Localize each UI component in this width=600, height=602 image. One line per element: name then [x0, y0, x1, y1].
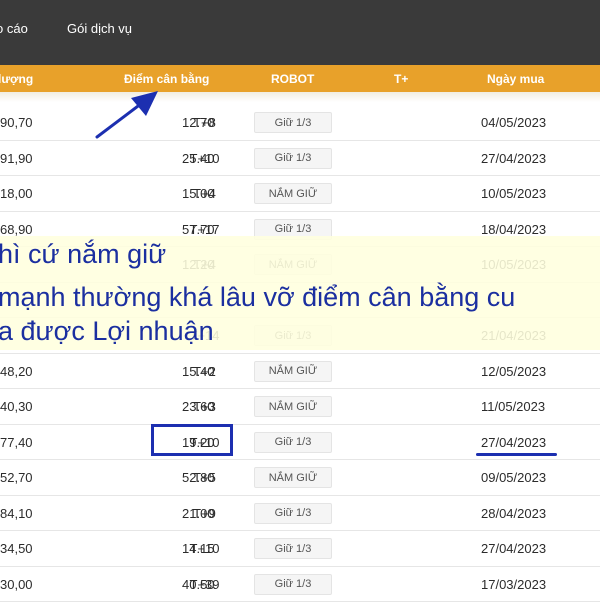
annotation-arrow: [0, 0, 600, 600]
highlight-box: [151, 424, 233, 456]
highlight-underline: [476, 453, 557, 456]
